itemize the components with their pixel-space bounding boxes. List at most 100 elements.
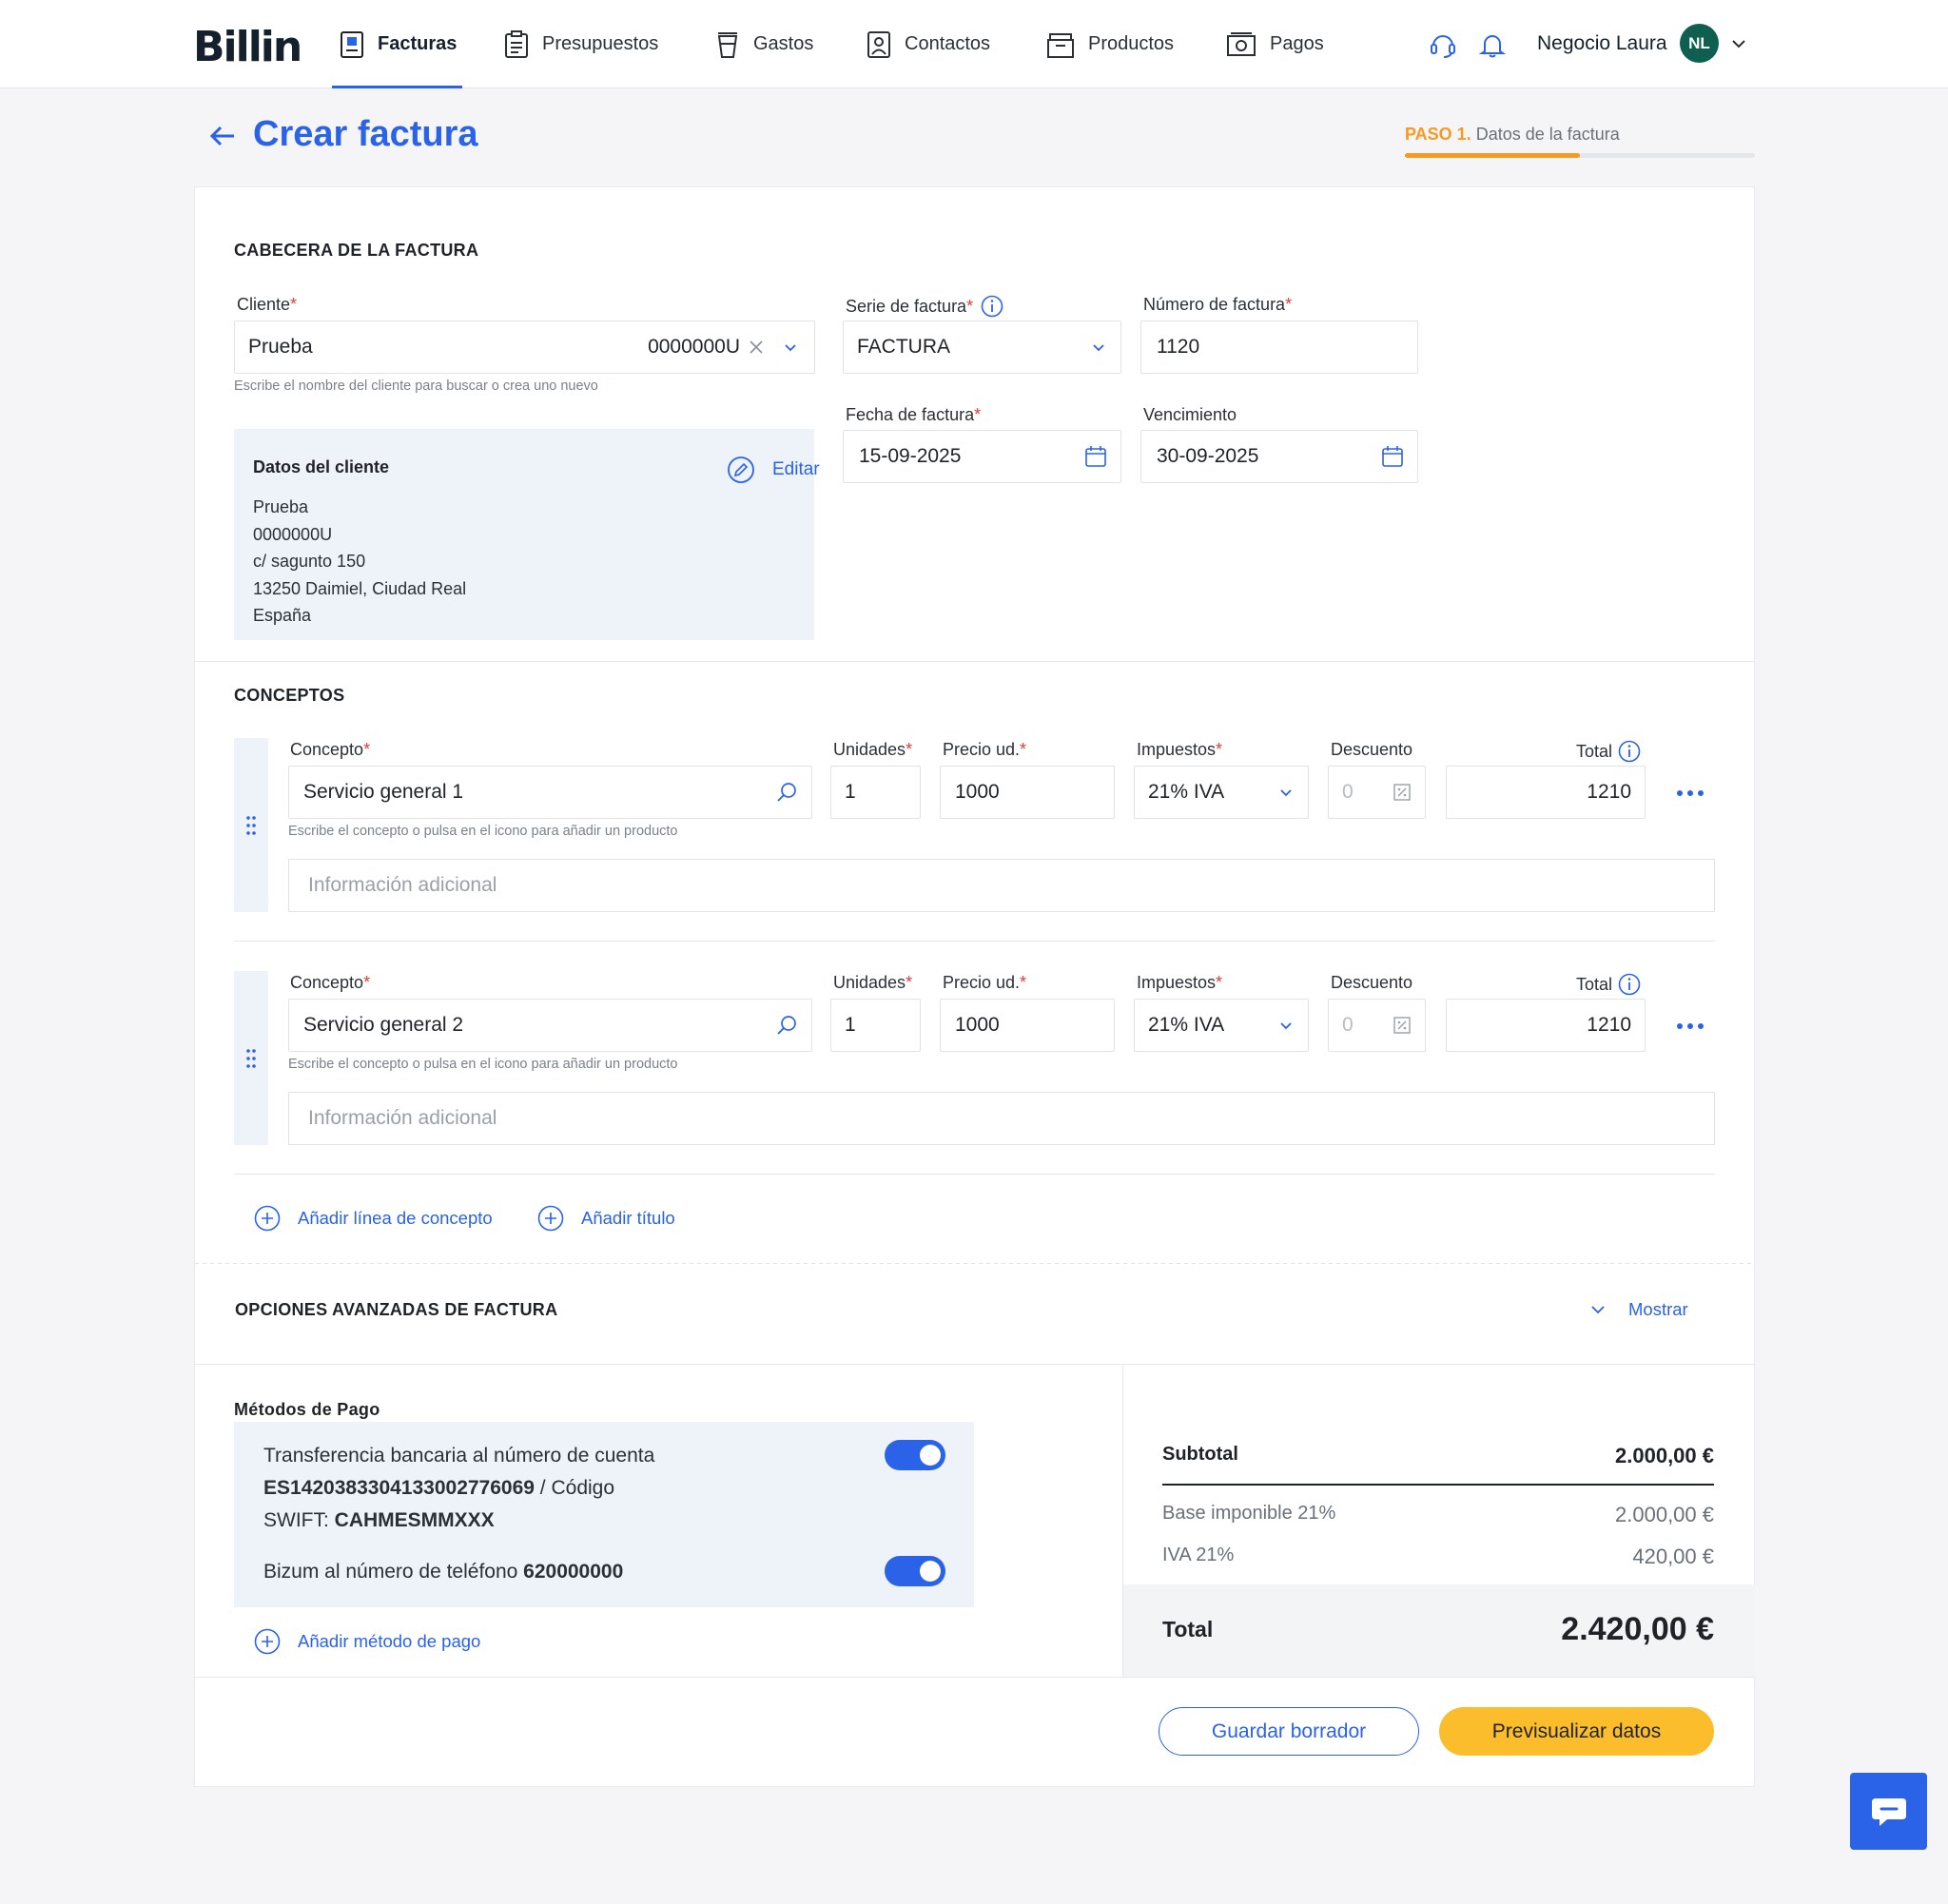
pencil-circle-icon	[728, 457, 754, 483]
concept-input[interactable]: Servicio general 2	[288, 999, 812, 1052]
step-progress-bar	[1405, 153, 1755, 158]
chevron-down-icon	[1280, 1022, 1292, 1030]
add-title-button[interactable]: Añadir título	[537, 1205, 675, 1232]
step-label: Datos de la factura	[1475, 125, 1620, 144]
preview-button[interactable]: Previsualizar datos	[1439, 1707, 1714, 1756]
grand-total-label: Total	[1162, 1617, 1214, 1642]
nav-facturas[interactable]: Facturas	[331, 0, 463, 88]
units-input[interactable]: 1	[830, 999, 921, 1052]
iva-label: IVA 21%	[1162, 1545, 1235, 1565]
taxes-label: Impuestos*	[1137, 973, 1223, 992]
discount-label: Descuento	[1331, 740, 1413, 759]
chevron-down-icon	[1591, 1306, 1605, 1314]
chat-bubble-icon	[1871, 1797, 1906, 1826]
iban-value: ES1420383304133002776069	[263, 1477, 535, 1499]
swift-value: CAHMESMMXXX	[334, 1509, 495, 1531]
nav-presupuestos[interactable]: Presupuestos	[504, 0, 658, 88]
tax-value: 21% IVA	[1148, 781, 1225, 803]
subtotal-row: Subtotal 2.000,00 €	[1162, 1444, 1714, 1468]
invoice-date-input[interactable]: 15-09-2025	[843, 430, 1121, 483]
client-label: Cliente*	[237, 295, 298, 314]
avatar[interactable]: NL	[1680, 24, 1719, 63]
client-line: España	[253, 606, 312, 625]
more-options-icon[interactable]	[1676, 1022, 1704, 1030]
section-title-concepts: CONCEPTOS	[234, 686, 345, 705]
series-select[interactable]: FACTURA	[843, 321, 1121, 374]
taxable-base-label: Base imponible 21%	[1162, 1503, 1336, 1524]
percent-icon	[1393, 784, 1411, 801]
invoice-number-input[interactable]: 1120	[1140, 321, 1418, 374]
grand-total-row: Total 2.420,00 €	[1162, 1611, 1714, 1648]
line-total-value: 1210	[1587, 1014, 1631, 1036]
info-icon[interactable]	[1618, 973, 1641, 996]
bank-transfer-method: Transferencia bancaria al número de cuen…	[263, 1440, 654, 1537]
more-options-icon[interactable]	[1676, 789, 1704, 797]
calendar-icon[interactable]	[1084, 445, 1107, 468]
iva-value: 420,00 €	[1632, 1545, 1714, 1568]
nav-productos[interactable]: Productos	[1046, 0, 1174, 88]
bizum-method: Bizum al número de teléfono 620000000	[263, 1556, 623, 1588]
discount-input[interactable]: 0	[1328, 766, 1426, 819]
drag-handle[interactable]	[234, 971, 268, 1145]
search-icon[interactable]	[775, 781, 798, 804]
headset-icon[interactable]	[1429, 30, 1457, 59]
bank-transfer-toggle[interactable]	[885, 1440, 945, 1470]
number-label: Número de factura*	[1143, 295, 1293, 314]
subtotal-label: Subtotal	[1162, 1444, 1238, 1465]
client-line: 0000000U	[253, 524, 333, 544]
concept-input[interactable]: Servicio general 1	[288, 766, 812, 819]
due-date-input[interactable]: 30-09-2025	[1140, 430, 1418, 483]
edit-client-button[interactable]: Editar	[727, 456, 820, 484]
drag-dots-icon	[246, 1048, 256, 1068]
back-arrow-icon[interactable]	[207, 121, 238, 151]
units-input[interactable]: 1	[830, 766, 921, 819]
client-select[interactable]: Prueba 0000000U	[234, 321, 815, 374]
clipboard-icon	[505, 29, 528, 58]
box-icon	[1047, 32, 1074, 58]
chevron-down-icon	[1093, 344, 1104, 352]
price-label: Precio ud.*	[943, 973, 1027, 992]
nav-label: Contactos	[905, 33, 991, 54]
billin-logo[interactable]: Billin	[193, 23, 302, 71]
calendar-icon[interactable]	[1381, 445, 1404, 468]
cup-icon	[717, 31, 738, 58]
page-title: Crear factura	[253, 114, 478, 154]
search-icon[interactable]	[775, 1014, 798, 1037]
nav-contactos[interactable]: Contactos	[867, 0, 990, 88]
clear-icon[interactable]	[748, 339, 765, 356]
bizum-toggle[interactable]	[885, 1556, 945, 1586]
drag-handle[interactable]	[234, 738, 268, 912]
tax-select[interactable]: 21% IVA	[1134, 766, 1309, 819]
total-label: Total	[1576, 973, 1641, 996]
nav-gastos[interactable]: Gastos	[715, 0, 813, 88]
edit-label: Editar	[772, 459, 820, 479]
nav-pagos[interactable]: Pagos	[1226, 0, 1324, 88]
info-icon[interactable]	[981, 295, 1003, 318]
discount-input[interactable]: 0	[1328, 999, 1426, 1052]
additional-info-input[interactable]: Información adicional	[288, 859, 1715, 912]
chevron-down-icon[interactable]	[782, 339, 799, 356]
additional-info-input[interactable]: Información adicional	[288, 1092, 1715, 1145]
series-value: FACTURA	[857, 336, 951, 358]
account-name[interactable]: Negocio Laura	[1537, 32, 1667, 55]
save-draft-button[interactable]: Guardar borrador	[1159, 1707, 1419, 1756]
bell-icon[interactable]	[1478, 30, 1507, 59]
swift-label: SWIFT:	[263, 1509, 335, 1531]
price-input[interactable]: 1000	[940, 766, 1115, 819]
add-payment-method-button[interactable]: Añadir método de pago	[254, 1628, 480, 1655]
price-input[interactable]: 1000	[940, 999, 1115, 1052]
add-payment-method-label: Añadir método de pago	[298, 1631, 481, 1651]
add-concept-line-button[interactable]: Añadir línea de concepto	[254, 1205, 493, 1232]
show-advanced-toggle[interactable]: Mostrar	[1588, 1299, 1688, 1320]
date-label: Fecha de factura*	[846, 405, 982, 424]
tax-select[interactable]: 21% IVA	[1134, 999, 1309, 1052]
line-total: 1210	[1446, 999, 1646, 1052]
top-navbar: Billin Facturas Presupuestos Gastos Cont…	[0, 0, 1948, 88]
chat-widget-button[interactable]	[1850, 1773, 1927, 1850]
dotted-divider	[195, 1263, 1754, 1264]
info-icon[interactable]	[1618, 740, 1641, 763]
chevron-down-icon[interactable]	[1729, 34, 1748, 53]
grand-total-value: 2.420,00 €	[1561, 1611, 1714, 1647]
client-id-value: 0000000U	[648, 336, 740, 358]
section-title-payment: Métodos de Pago	[234, 1400, 380, 1419]
